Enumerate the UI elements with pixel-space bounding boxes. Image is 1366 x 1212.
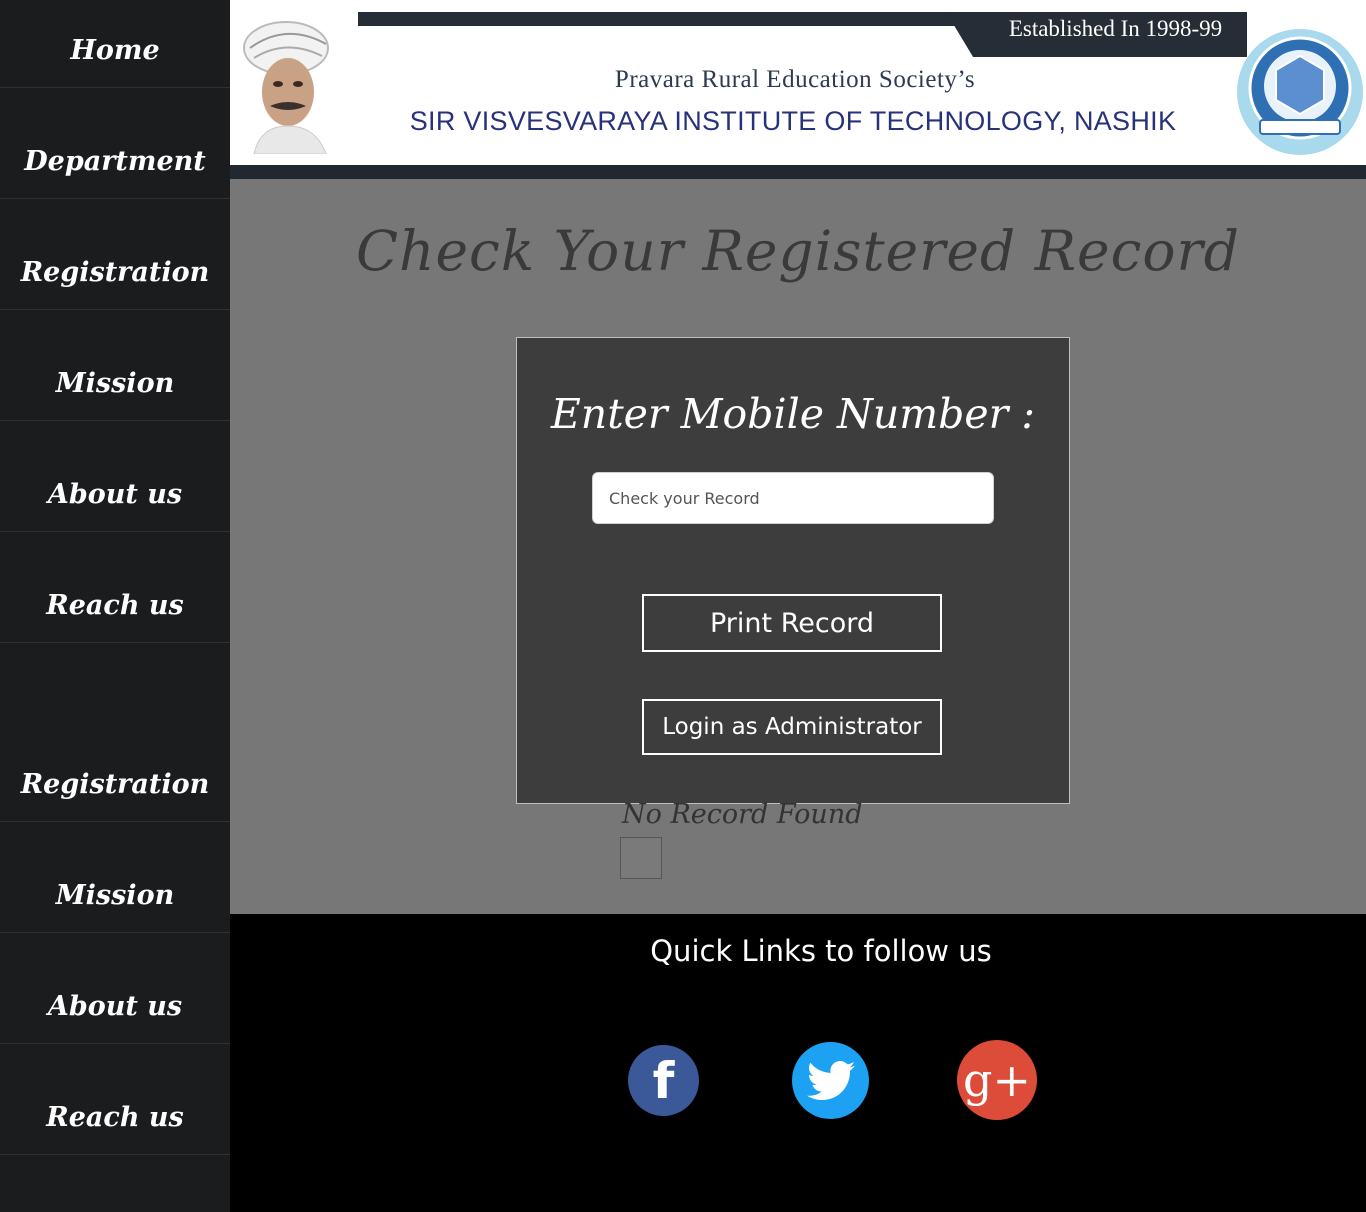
society-name: Pravara Rural Education Society’s: [614, 66, 976, 93]
footer-title: Quick Links to follow us: [650, 934, 992, 968]
sidebar-item-mission[interactable]: Mission: [0, 310, 230, 421]
footer: Quick Links to follow us f g+: [230, 914, 1366, 1212]
founder-portrait: [243, 21, 329, 154]
record-form-panel: Enter Mobile Number : Print Record Login…: [516, 337, 1070, 804]
empty-result-box: [620, 837, 662, 879]
header-banner: Established In 1998-99 Pravara Rural Edu…: [230, 0, 1366, 165]
status-message: No Record Found: [622, 799, 863, 830]
sidebar-item-registration-2[interactable]: Registration: [0, 711, 230, 822]
sidebar-item-reach-us[interactable]: Reach us: [0, 532, 230, 643]
sidebar-item-mission-2[interactable]: Mission: [0, 822, 230, 933]
sidebar-nav: Home Department Registration Mission Abo…: [0, 0, 230, 1212]
sidebar-item-about-us-2[interactable]: About us: [0, 933, 230, 1044]
twitter-bird-glyph: [806, 1060, 855, 1100]
print-record-button[interactable]: Print Record: [642, 594, 942, 652]
established-text: Established In 1998-99: [1008, 16, 1223, 41]
mobile-number-label: Enter Mobile Number :: [550, 390, 1036, 438]
facebook-icon[interactable]: f: [628, 1045, 699, 1116]
institute-logo: [1237, 29, 1363, 155]
header-divider: [230, 165, 1366, 179]
google-plus-icon[interactable]: g+: [957, 1040, 1037, 1120]
sidebar-item-reach-us-2[interactable]: Reach us: [0, 1044, 230, 1155]
login-admin-button[interactable]: Login as Administrator: [642, 699, 942, 755]
twitter-icon[interactable]: [792, 1042, 869, 1119]
sidebar-item-home[interactable]: Home: [0, 0, 230, 88]
institute-name: SIR VISVESVARAYA INSTITUTE OF TECHNOLOGY…: [409, 106, 1177, 136]
mobile-number-input[interactable]: [592, 472, 994, 524]
sidebar-item-registration[interactable]: Registration: [0, 199, 230, 310]
main-content: Check Your Registered Record Enter Mobil…: [230, 179, 1366, 914]
sidebar-item-about-us[interactable]: About us: [0, 421, 230, 532]
sidebar-item-department[interactable]: Department: [0, 88, 230, 199]
page-title: Check Your Registered Record: [355, 219, 1241, 283]
